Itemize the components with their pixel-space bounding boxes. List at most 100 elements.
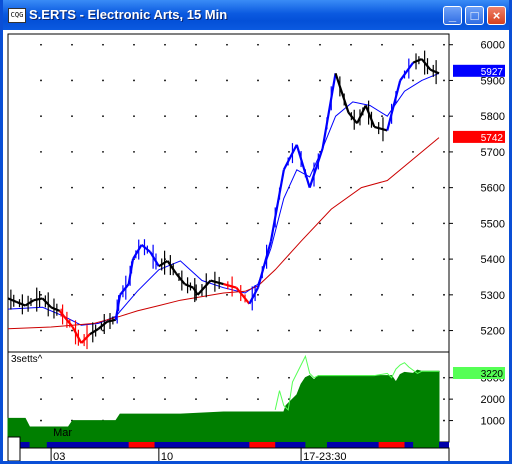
grid-dot [257,186,259,189]
grid-dot [40,79,42,82]
grid-dot [288,222,290,225]
grid-dot [102,329,104,332]
grid-dot [288,79,290,82]
cqg-app-icon[interactable]: CQG [8,8,26,23]
grid-dot [257,115,259,118]
price-marker-label: 5927 [481,67,504,78]
grid-dot [133,43,135,46]
grid-dot [319,329,321,332]
grid-dot [412,43,414,46]
close-button[interactable]: × [487,6,506,25]
maximize-button[interactable]: □ [465,6,484,25]
grid-dot [288,376,290,379]
grid-dot [71,43,73,46]
session-mark [249,442,276,448]
grid-dot [226,376,228,379]
grid-dot [412,258,414,261]
grid-dot [133,151,135,153]
grid-dot [133,376,135,379]
time-axis [7,447,450,461]
session-mark [305,442,327,448]
grid-dot [443,398,445,401]
time-scroll-handle[interactable] [7,436,21,461]
time-tick-label: 10 [161,451,173,463]
grid-dot [40,329,42,332]
grid-dot [164,115,166,118]
minimize-button[interactable]: _ [443,6,462,25]
grid-dot [71,79,73,82]
grid-dot [71,222,73,225]
grid-dot [412,329,414,332]
grid-dot [71,293,73,296]
grid-dot [319,293,321,296]
session-mark [128,442,155,448]
price-tick-label: 5500 [481,218,505,230]
volume-markers: 3220 [453,367,505,380]
price-tick-label: 5200 [481,326,505,338]
grid-dot [195,43,197,46]
grid-dot [288,115,290,118]
grid-dot [40,419,42,422]
window-title: S.ERTS - Electronic Arts, 15 Min [29,7,228,22]
grid-dot [257,222,259,225]
volume-marker-label: 3220 [481,369,504,380]
grid-dot [164,79,166,82]
grid-dot [257,376,259,379]
price-plot-area[interactable] [7,33,450,353]
grid-dot [257,398,259,401]
grid-dot [40,151,42,153]
chart-area[interactable]: 5200 5300 5400 5500 5600 5700 5800 5900 6000 592… [3,30,509,463]
grid-dot [71,186,73,189]
grid-dot [71,258,73,261]
grid-dot [319,115,321,118]
grid-dot [71,115,73,118]
grid-dot [412,222,414,225]
title-bar[interactable]: CQG S.ERTS - Electronic Arts, 15 Min _ □… [3,0,509,30]
grid-dot [288,43,290,46]
volume-axis: 100020003000 [449,373,505,428]
grid-dot [226,115,228,118]
price-tick-label: 5300 [481,290,505,302]
grid-dot [164,222,166,225]
grid-dot [443,151,445,153]
grid-dot [195,186,197,189]
grid-dot [40,222,42,225]
grid-dot [257,293,259,296]
grid-dot [40,376,42,379]
grid-dot [226,293,228,296]
grid-dot [288,151,290,153]
grid-dot [40,258,42,261]
grid-dot [133,398,135,401]
session-mark [29,442,47,448]
grid-dot [102,258,104,261]
price-markers: 5927 5742 [453,64,505,144]
grid-dot [164,398,166,401]
grid-dot [319,79,321,82]
grid-dot [443,293,445,296]
grid-dot [164,43,166,46]
grid-dot [133,222,135,225]
grid-dot [257,79,259,82]
grid-dot [102,186,104,189]
grid-dot [164,329,166,332]
grid-dot [443,79,445,82]
grid-dot [40,398,42,401]
grid-dot [102,115,104,118]
grid-dot [319,222,321,225]
price-tick-label: 5400 [481,254,505,266]
time-tick-label: Mar [53,427,72,439]
grid-dot [226,151,228,153]
grid-dot [319,43,321,46]
grid-dot [381,222,383,225]
grid-dot [195,151,197,153]
grid-dot [71,376,73,379]
grid-dot [195,376,197,379]
price-tick-label: 5700 [481,147,505,159]
grid-dot [381,258,383,261]
grid-dot [443,419,445,422]
grid-dot [40,115,42,118]
grid-dot [288,258,290,261]
grid-dot [443,222,445,225]
grid-dot [102,222,104,225]
volume-tick-label: 2000 [481,394,505,406]
